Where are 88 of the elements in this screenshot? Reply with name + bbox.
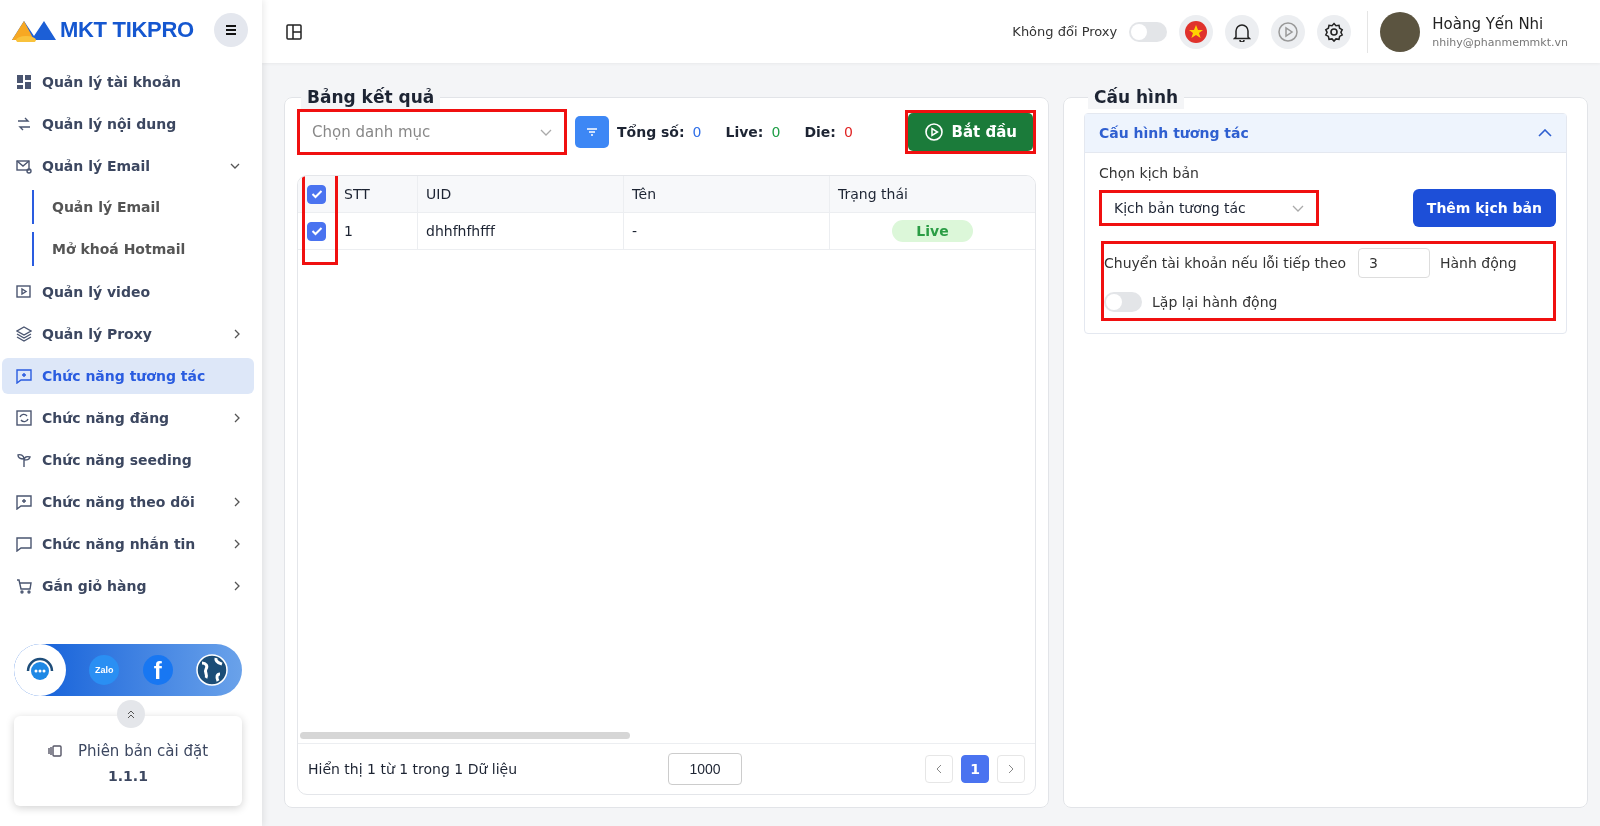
- panel-title: Cấu hình: [1088, 85, 1185, 109]
- option-label: Chuyển tài khoản nếu lỗi tiếp theo: [1104, 255, 1348, 271]
- nav-item[interactable]: Quản lý nội dung: [2, 106, 254, 142]
- version-label: Phiên bản cài đặt: [77, 742, 209, 760]
- layout-toggle-icon[interactable]: [286, 23, 302, 40]
- check-icon: [310, 226, 323, 236]
- nav-item[interactable]: Gắn giỏ hàng: [2, 568, 254, 604]
- column-header: Tên: [624, 176, 830, 212]
- add-script-button[interactable]: Thêm kịch bản: [1412, 189, 1556, 227]
- device-icon: [47, 745, 62, 757]
- option-label: Lặp lại hành động: [1152, 294, 1278, 310]
- cart-icon: [16, 578, 32, 594]
- stat-label: Live:: [725, 124, 764, 140]
- menu-icon: [225, 24, 237, 36]
- column-header: UID: [418, 176, 624, 212]
- column-header: STT: [336, 176, 418, 212]
- table-cell: dhhfhfhfff: [418, 213, 624, 249]
- start-button[interactable]: Bắt đầu: [907, 113, 1033, 151]
- play-icon: [1277, 20, 1300, 43]
- proxy-toggle[interactable]: [1129, 21, 1168, 42]
- status-badge: Live: [892, 220, 973, 242]
- table-summary: Hiển thị 1 từ 1 trong 1 Dữ liệu: [308, 761, 519, 777]
- field-label: Chọn kịch bản: [1099, 165, 1200, 181]
- column-header: Trạng thái: [837, 185, 909, 204]
- double-chevron-up-icon: [126, 709, 136, 719]
- play-icon: [923, 122, 944, 142]
- nav-item[interactable]: Chức năng theo dõi: [2, 484, 254, 520]
- repeat-toggle[interactable]: [1104, 292, 1142, 312]
- stat-value: 0: [843, 124, 853, 140]
- support-chat-icon[interactable]: [14, 644, 66, 696]
- menu-button[interactable]: [214, 13, 248, 47]
- panel-title: Bảng kết quả: [301, 85, 441, 109]
- star-flag-icon: [1185, 20, 1208, 43]
- filter-button[interactable]: [575, 116, 609, 148]
- chevron-left-icon: [936, 764, 942, 774]
- stat-value: 0: [692, 124, 702, 140]
- bell-icon: [1233, 21, 1252, 42]
- stat-label: Tổng số:: [617, 124, 685, 140]
- horizontal-scrollbar[interactable]: [300, 732, 630, 739]
- table-cell: 1: [336, 213, 418, 249]
- swap-icon: [16, 116, 32, 132]
- user-name: Hoàng Yến Nhi: [1432, 14, 1545, 33]
- notification-button[interactable]: [1225, 14, 1260, 49]
- nav-item[interactable]: Chức năng seeding: [2, 442, 254, 478]
- chevron-down-icon: [540, 128, 552, 136]
- page-button[interactable]: 1: [961, 755, 989, 783]
- chevron-right-icon: [1008, 764, 1014, 774]
- chat-plus-icon: [16, 494, 32, 510]
- section-header[interactable]: Cấu hình tương tác: [1085, 114, 1566, 153]
- error-count-field[interactable]: 3: [1358, 248, 1430, 278]
- nav-subitem[interactable]: Mở khoá Hotmail: [32, 232, 254, 266]
- nav-subitem[interactable]: Quản lý Email: [32, 190, 254, 224]
- select-all-checkbox[interactable]: [307, 184, 326, 204]
- nav-item[interactable]: Chức năng đăng: [2, 400, 254, 436]
- nav-item[interactable]: Quản lý Email: [2, 148, 254, 184]
- chat-plus-icon: [16, 368, 32, 384]
- stat-value: 0: [771, 124, 781, 140]
- refresh-icon: [16, 410, 32, 426]
- mail-icon: [16, 158, 32, 174]
- user-email: nhihy@phanmemmkt.vn: [1432, 35, 1568, 49]
- stat-label: Die:: [804, 124, 836, 140]
- nav-item[interactable]: Quản lý tài khoản: [2, 64, 254, 100]
- globe-icon[interactable]: [196, 654, 228, 686]
- app-logo-text: MKT TIKPRO: [60, 17, 194, 43]
- sprout-icon: [16, 452, 32, 468]
- nav-item[interactable]: Quản lý Proxy: [2, 316, 254, 352]
- video-icon: [16, 284, 32, 300]
- nav-item[interactable]: Chức năng nhắn tin: [2, 526, 254, 562]
- row-checkbox[interactable]: [307, 221, 326, 241]
- play-button[interactable]: [1271, 14, 1306, 49]
- user-avatar[interactable]: [1380, 11, 1421, 52]
- settings-button[interactable]: [1317, 14, 1352, 49]
- settings-icon: [1324, 21, 1345, 42]
- chevron-down-icon: [1292, 204, 1304, 212]
- grid-icon: [16, 74, 32, 90]
- chat-icon: [16, 536, 32, 552]
- language-button[interactable]: [1179, 14, 1214, 49]
- unit-label: Hành động: [1440, 255, 1517, 271]
- page-size-field[interactable]: 1000: [668, 753, 742, 785]
- version-number: 1.1.1: [108, 768, 148, 784]
- table-cell: -: [624, 213, 830, 249]
- filter-icon: [586, 127, 598, 137]
- check-icon: [310, 189, 323, 199]
- layers-icon: [16, 326, 32, 342]
- nav-item[interactable]: Quản lý video: [2, 274, 254, 310]
- facebook-link[interactable]: f: [142, 655, 173, 685]
- proxy-label: Không đổi Proxy: [1012, 24, 1118, 39]
- nav-item[interactable]: Chức năng tương tác: [2, 358, 254, 394]
